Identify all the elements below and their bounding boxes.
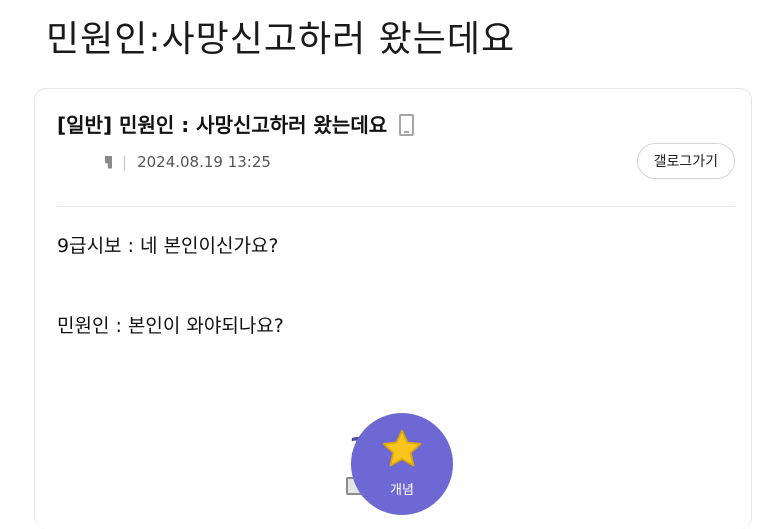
- post-date: 2024.08.19 13:25: [137, 153, 271, 171]
- content-line: 민원인 : 본인이 와야되나요?: [57, 315, 284, 337]
- meta-separator: |: [122, 153, 128, 171]
- divider: [57, 206, 735, 207]
- star-icon: [382, 429, 422, 466]
- page-title: 민원인:사망신고하러 왔는데요: [46, 19, 516, 60]
- post-title: [일반] 민원인 : 사망신고하러 왔는데요: [57, 109, 415, 138]
- author-badge-icon: [105, 155, 112, 169]
- post-title-text: [일반] 민원인 : 사망신고하러 왔는데요: [57, 113, 388, 137]
- phone-icon: [399, 113, 415, 136]
- post-card: [일반] 민원인 : 사망신고하러 왔는데요 | 2024.08.19 13:2…: [34, 88, 752, 529]
- concept-label: 개념: [390, 482, 414, 498]
- concept-button[interactable]: 개념: [351, 413, 453, 515]
- gallog-button[interactable]: 갤로그가기: [636, 143, 735, 179]
- content-line: 9급시보 : 네 본인이신가요?: [57, 235, 279, 257]
- post-meta: | 2024.08.19 13:25: [105, 153, 271, 171]
